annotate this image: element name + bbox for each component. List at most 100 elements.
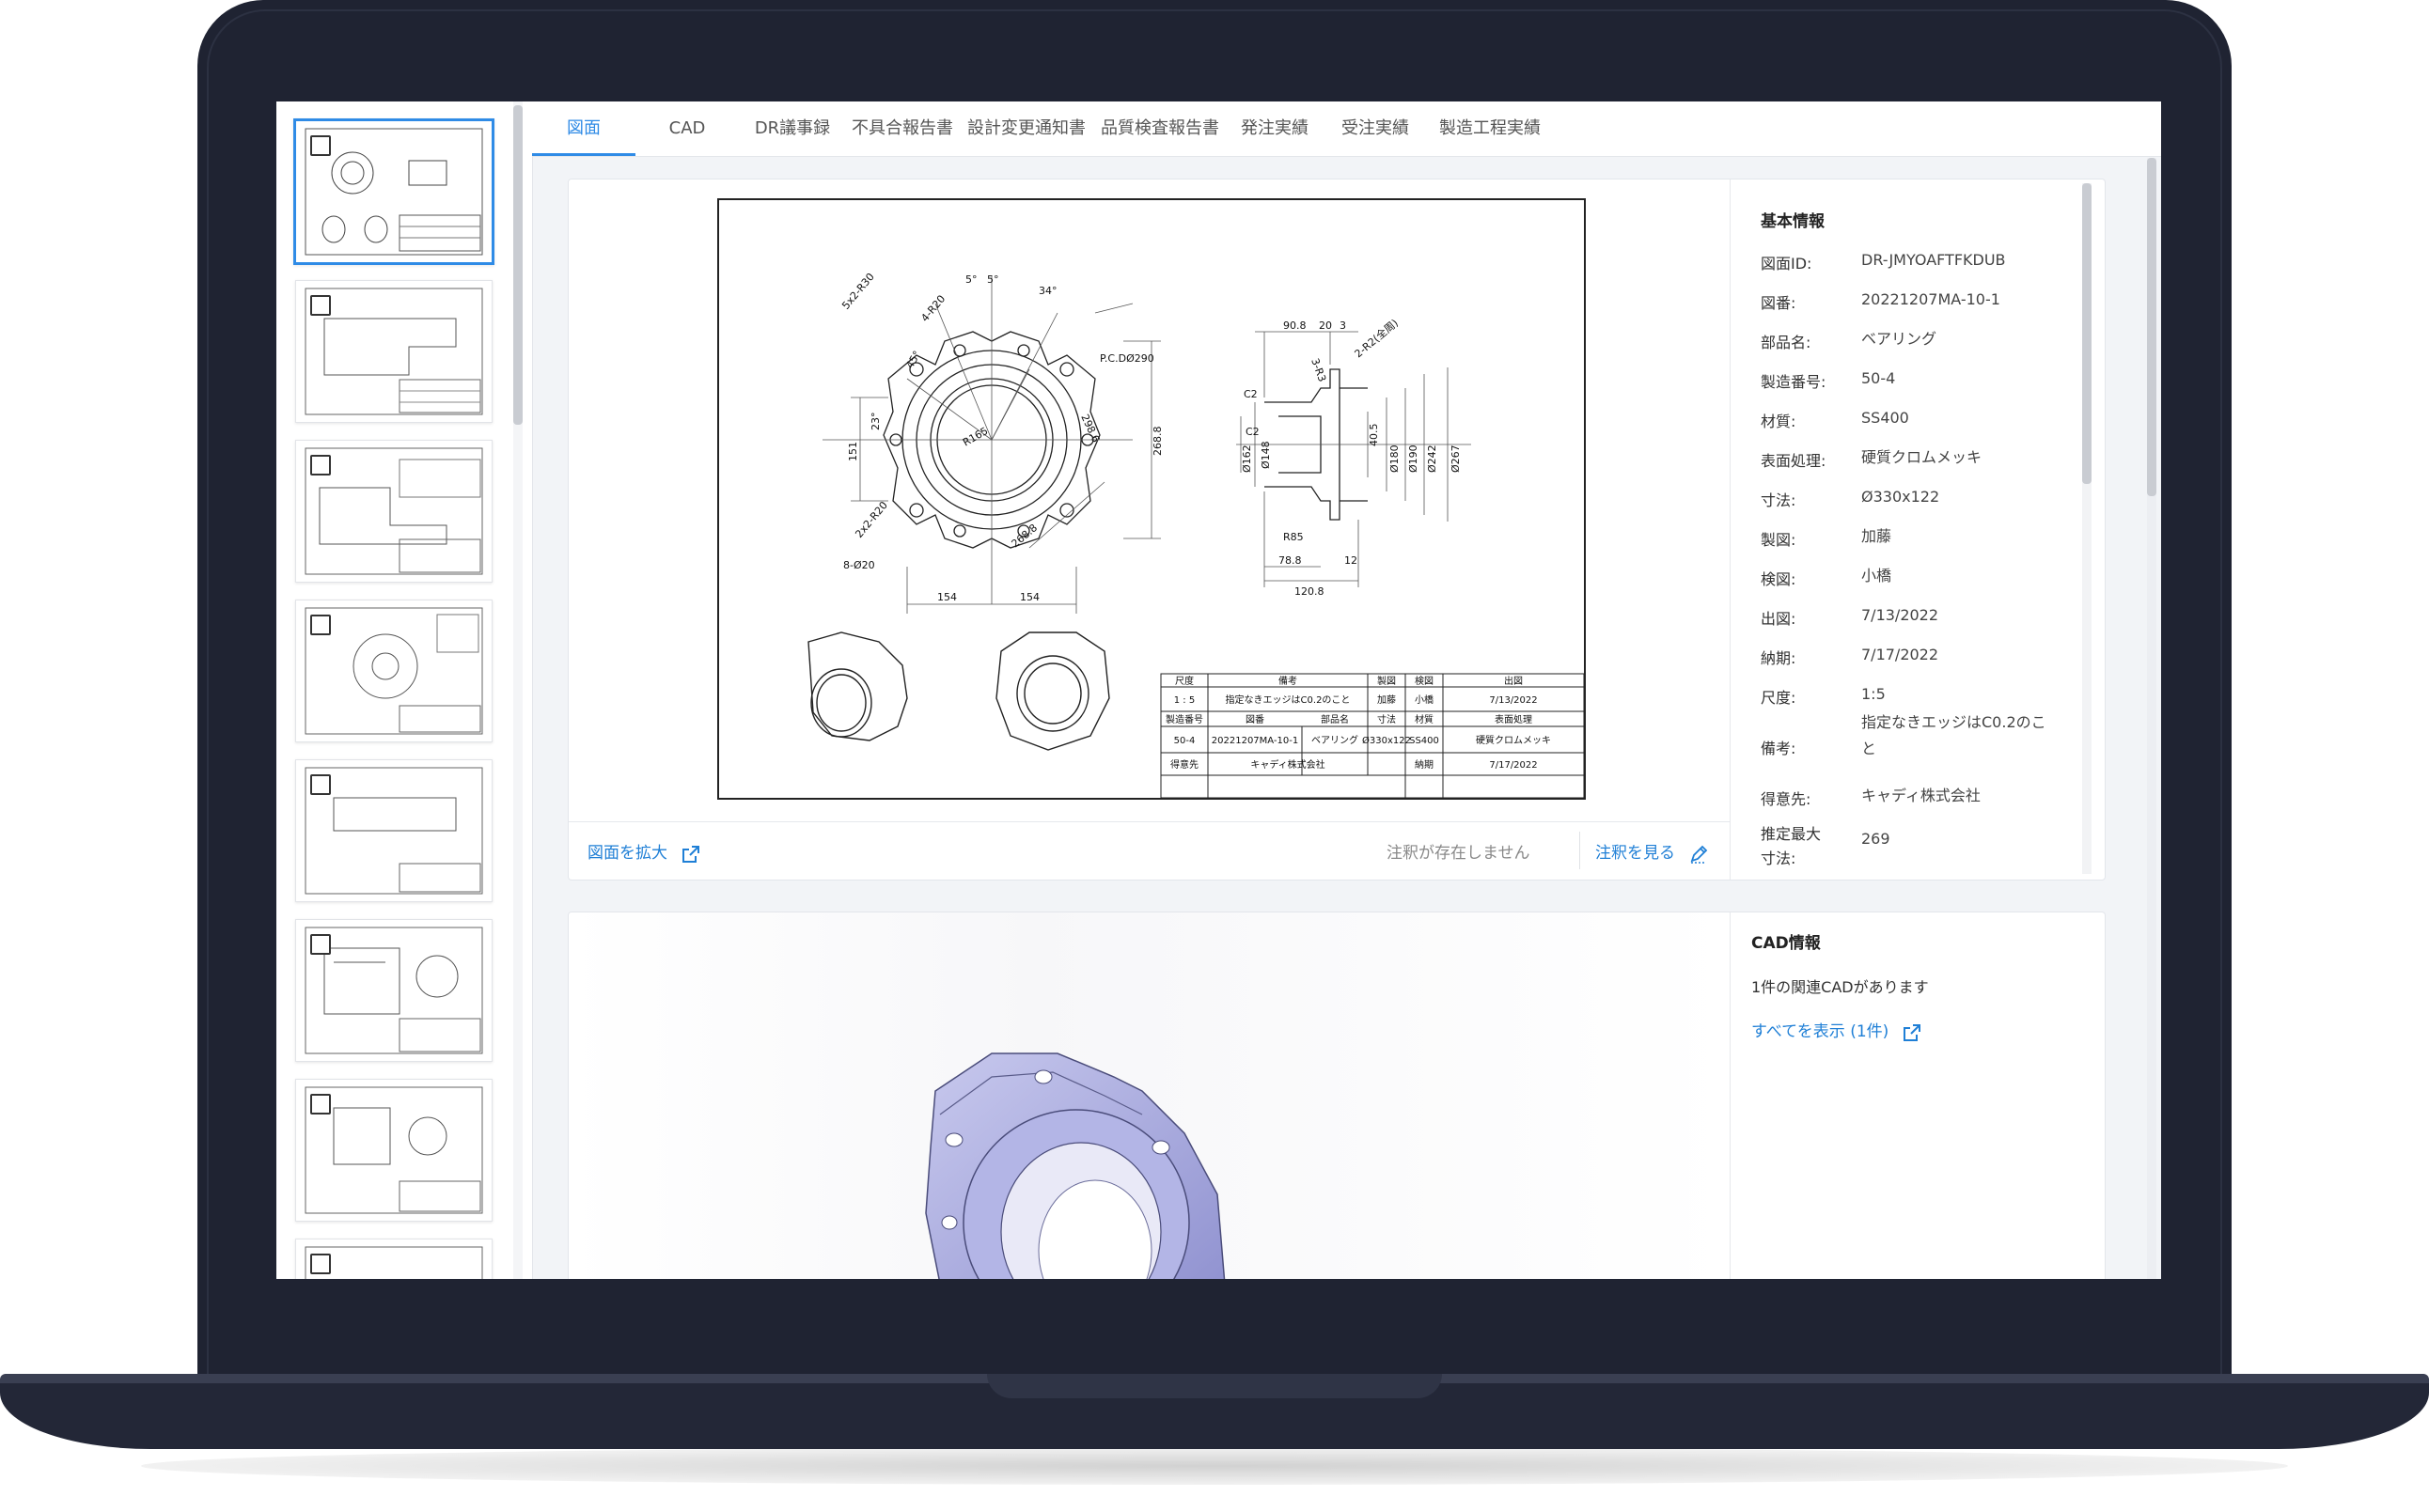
cad-3d-viewer[interactable] [569,912,1730,1279]
info-value: 小橋 [1861,567,1892,585]
info-key: 寸法: [1761,491,1796,509]
title-block-cell: 50-4 [1174,736,1196,746]
thumbnail-item[interactable] [295,280,493,423]
thumbnail-item[interactable] [295,600,493,742]
info-value: 20221207MA-10-1 [1861,290,2000,308]
info-key: 検図: [1761,570,1796,588]
view-annotations-label: 注釈を見る [1595,844,1675,863]
thumbnail-item[interactable] [295,1239,493,1279]
dim-label: 5x2-R30 [839,271,877,312]
info-key: 得意先: [1761,790,1811,808]
info-key: 出図: [1761,610,1796,628]
no-annotation-text: 注釈が存在しません [1387,844,1530,863]
technical-drawing: 5x2-R30 4-R20 5° 5° 34° 45° P.C.DØ290 29… [807,271,1585,799]
info-scrollbar[interactable] [2082,183,2092,874]
footer-divider [1579,832,1580,869]
main-scroll-thumb[interactable] [2147,158,2156,496]
dim-label: 154 [1020,591,1040,603]
dim-label: 5° [987,273,999,286]
title-block-cell: 材質 [1415,713,1434,725]
thumbnail-item[interactable] [295,919,493,1062]
info-value: SS400 [1861,409,1909,427]
tab-received-orders[interactable]: 受注実績 [1324,101,1427,156]
title-block-cell: SS400 [1409,736,1439,746]
info-key: 尺度: [1761,689,1796,707]
info-value: 1:5 [1861,685,1886,703]
info-value: 50-4 [1861,369,1896,387]
sidebar-scrollbar[interactable] [513,101,523,1279]
info-value: 加藤 [1861,527,1892,545]
select-checkbox[interactable] [310,1254,331,1274]
select-checkbox[interactable] [310,934,331,955]
tab-drawing[interactable]: 図面 [532,101,635,156]
drawing-card-footer: 図面を拡大 注釈が存在しません 注釈を見る [569,821,1730,880]
dim-label: 2x2-R20 [853,499,890,540]
dim-label: 120.8 [1294,585,1324,598]
title-block-cell: 製造番号 [1166,713,1203,725]
dim-label: 34° [1039,285,1058,297]
basic-info-title: 基本情報 [1761,212,1825,231]
dim-label: 40.5 [1368,424,1380,447]
dim-label: 78.8 [1278,554,1302,567]
thumbnail-item[interactable] [295,1079,493,1222]
title-block-cell: 部品名 [1321,713,1349,725]
dim-label: C2 [1244,388,1258,400]
view-annotations-link[interactable]: 注釈を見る [1595,839,1708,864]
laptop-hinge [987,1374,1442,1398]
tab-quality-report[interactable]: 品質検査報告書 [1094,101,1226,156]
dim-label: 8-Ø20 [843,559,875,571]
expand-drawing-link[interactable]: 図面を拡大 [588,839,700,864]
show-all-cad-link[interactable]: すべてを表示 (1件) [1751,1018,1921,1042]
dim-label: Ø162 [1241,444,1253,473]
info-scroll-thumb[interactable] [2082,183,2092,484]
dim-label: Ø148 [1260,441,1272,469]
tab-dr-minutes[interactable]: DR議事録 [741,101,844,156]
dim-label: Ø180 [1388,444,1401,473]
info-key: 推定最大寸法: [1761,825,1822,867]
info-key: 備考: [1761,740,1796,757]
external-link-icon [1904,1023,1921,1041]
dim-label: 151 [847,442,859,461]
sidebar-scroll-thumb[interactable] [513,105,523,425]
cad-count-text: 1件の関連CADがあります [1751,978,1929,996]
dim-label: C2 [1246,426,1260,438]
tab-manufacturing[interactable]: 製造工程実績 [1429,101,1551,156]
title-block-cell: ベアリング [1311,734,1358,746]
tab-order-history[interactable]: 発注実績 [1228,101,1322,156]
laptop-shadow [141,1447,2288,1485]
title-block-cell: 納期 [1415,758,1434,771]
info-value: 硬質クロムメッキ [1861,448,1982,466]
app-screen: 図面 CAD DR議事録 不具合報告書 設計変更通知書 品質検査報告書 発注実績… [276,101,2161,1279]
title-block-cell: 1 : 5 [1174,695,1195,706]
document-tab-bar: 図面 CAD DR議事録 不具合報告書 設計変更通知書 品質検査報告書 発注実績… [532,101,2161,157]
tab-defect-report[interactable]: 不具合報告書 [846,101,959,156]
select-checkbox[interactable] [310,615,331,635]
info-value: 7/13/2022 [1861,606,1939,624]
select-checkbox[interactable] [310,295,331,316]
select-checkbox[interactable] [310,774,331,795]
title-block-cell: 20221207MA-10-1 [1212,736,1298,746]
info-value: Ø330x122 [1861,488,1940,506]
title-block-cell: 加藤 [1377,694,1396,706]
select-checkbox[interactable] [310,135,331,156]
drawing-thumbnail-list[interactable] [276,101,533,1279]
thumbnail-item[interactable] [293,118,494,265]
tab-cad[interactable]: CAD [635,101,739,156]
tab-design-change[interactable]: 設計変更通知書 [961,101,1092,156]
title-block-cell: 指定なきエッジはC0.2のこと [1226,694,1351,706]
drawing-viewer[interactable]: 5x2-R30 4-R20 5° 5° 34° 45° P.C.DØ290 29… [569,179,1730,821]
dim-label: R85 [1283,531,1304,543]
title-block-cell: 得意先 [1170,758,1199,771]
dim-label: 20 [1319,320,1332,332]
dim-label: 90.8 [1283,320,1307,332]
select-checkbox[interactable] [310,455,331,475]
thumbnail-item[interactable] [295,440,493,583]
main-scrollbar[interactable] [2147,158,2156,1279]
thumbnail-item[interactable] [295,759,493,902]
title-block-cell: 出図 [1504,675,1523,687]
dim-label: 3 [1340,320,1346,332]
info-key: 図番: [1761,294,1796,312]
info-value: キャディ株式会社 [1861,787,1981,804]
select-checkbox[interactable] [310,1094,331,1115]
cad-3d-model [925,1052,1226,1279]
